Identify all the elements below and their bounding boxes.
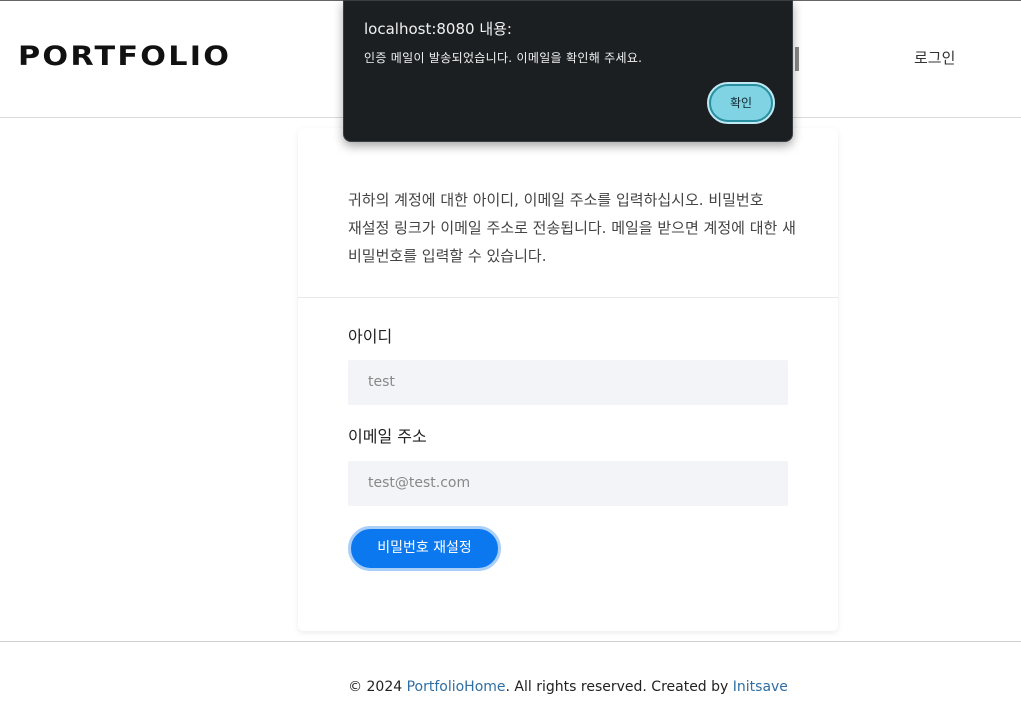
intro-text: 귀하의 계정에 대한 아이디, 이메일 주소를 입력하십시오. 비밀번호 재설정… bbox=[348, 191, 796, 265]
footer-author-link[interactable]: Initsave bbox=[733, 679, 788, 695]
reset-password-button[interactable]: 비밀번호 재설정 bbox=[348, 526, 501, 571]
email-label: 이메일 주소 bbox=[348, 427, 427, 446]
nav-item-partial[interactable] bbox=[795, 47, 799, 71]
footer-divider bbox=[0, 641, 1021, 642]
footer-site-link[interactable]: PortfolioHome bbox=[407, 679, 506, 695]
login-link[interactable]: 로그인 bbox=[914, 47, 955, 69]
footer-copyright: © 2024 bbox=[348, 679, 407, 695]
id-input[interactable]: test bbox=[348, 360, 788, 405]
alert-ok-button[interactable]: 확인 bbox=[707, 82, 775, 124]
footer: © 2024 PortfolioHome. All rights reserve… bbox=[0, 676, 1021, 698]
card-intro-section: 귀하의 계정에 대한 아이디, 이메일 주소를 입력하십시오. 비밀번호 재설정… bbox=[298, 128, 838, 298]
alert-message: 인증 메일이 발송되었습니다. 이메일을 확인해 주세요. bbox=[364, 51, 643, 65]
footer-rights-text: . All rights reserved. Created by bbox=[505, 679, 733, 695]
alert-title: localhost:8080 내용: bbox=[364, 20, 512, 38]
email-input[interactable]: test@test.com bbox=[348, 461, 788, 506]
brand-logo[interactable]: PORTFOLIO bbox=[18, 41, 231, 73]
id-label: 아이디 bbox=[348, 327, 393, 346]
alert-dialog: localhost:8080 내용: 인증 메일이 발송되었습니다. 이메일을 … bbox=[343, 0, 793, 142]
password-reset-card: 귀하의 계정에 대한 아이디, 이메일 주소를 입력하십시오. 비밀번호 재설정… bbox=[298, 128, 838, 631]
